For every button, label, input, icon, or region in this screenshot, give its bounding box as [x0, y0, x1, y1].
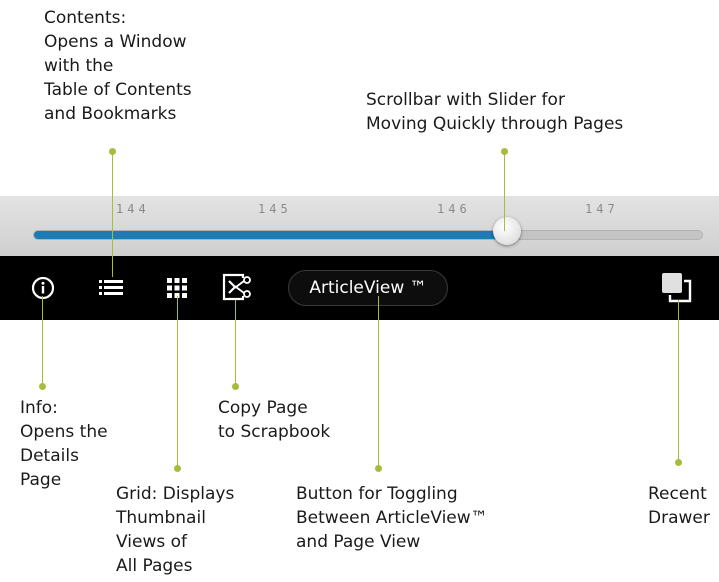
page-tick-label: 146 — [437, 202, 471, 216]
leader-dot — [675, 459, 682, 466]
leader-line — [177, 296, 178, 468]
callout-line: Opens the — [20, 422, 108, 442]
callout-line: Details — [20, 446, 79, 466]
scrollbar-progress-fill — [34, 231, 509, 239]
callout-line: Table of Contents — [44, 80, 192, 100]
callout-line: All Pages — [116, 556, 193, 576]
callout-line: Thumbnail — [116, 508, 206, 528]
recent-drawer-callout: Recent Drawer — [648, 482, 710, 530]
contents-list-icon[interactable] — [97, 276, 125, 304]
leader-line — [235, 300, 236, 386]
page-tick-label: 144 — [116, 202, 150, 216]
article-toggle-callout: Button for Toggling Between ArticleView™… — [296, 482, 488, 554]
leader-dot — [174, 465, 181, 472]
callout-line: Button for Toggling — [296, 484, 458, 504]
leader-line — [112, 151, 113, 277]
scrollbar-track[interactable] — [33, 230, 703, 240]
callout-line: Between ArticleView™ — [296, 508, 488, 528]
callout-line: Grid: Displays — [116, 484, 235, 504]
leader-dot — [232, 383, 239, 390]
leader-line — [678, 300, 679, 462]
reader-toolbar: ArticleView ™ — [0, 256, 719, 320]
callout-line: Moving Quickly through Pages — [366, 114, 624, 134]
callout-line: with the — [44, 56, 114, 76]
page-tick-label: 147 — [585, 202, 619, 216]
callout-line: Opens a Window — [44, 32, 187, 52]
leader-line — [42, 296, 43, 386]
page-tick-label: 145 — [258, 202, 292, 216]
copy-page-callout: Copy Page to Scrapbook — [218, 396, 330, 444]
contents-callout: Contents: Opens a Window with the Table … — [44, 6, 192, 126]
leader-dot — [39, 383, 46, 390]
scrollbar-callout: Scrollbar with Slider for Moving Quickly… — [366, 88, 623, 136]
callout-line: and Page View — [296, 532, 421, 552]
copy-to-scrapbook-icon[interactable] — [221, 272, 253, 306]
article-view-toggle-button[interactable]: ArticleView ™ — [288, 270, 448, 306]
callout-line: Page — [20, 470, 62, 490]
grid-callout: Grid: Displays Thumbnail Views of All Pa… — [116, 482, 234, 578]
recent-drawer-icon[interactable] — [660, 271, 694, 309]
callout-line: Info: — [20, 398, 58, 418]
callout-line: Recent — [648, 484, 707, 504]
callout-line: Drawer — [648, 508, 710, 528]
leader-line — [378, 296, 379, 468]
leader-dot — [375, 465, 382, 472]
page-scrollbar[interactable]: 144 145 146 147 — [0, 196, 719, 256]
callout-line: and Bookmarks — [44, 104, 177, 124]
callout-line: Contents: — [44, 8, 127, 28]
callout-line: to Scrapbook — [218, 422, 331, 442]
info-icon[interactable] — [31, 276, 55, 304]
leader-line — [504, 151, 505, 231]
info-callout: Info: Opens the Details Page — [20, 396, 108, 492]
callout-line: Scrollbar with Slider for — [366, 90, 565, 110]
callout-line: Copy Page — [218, 398, 308, 418]
callout-line: Views of — [116, 532, 187, 552]
